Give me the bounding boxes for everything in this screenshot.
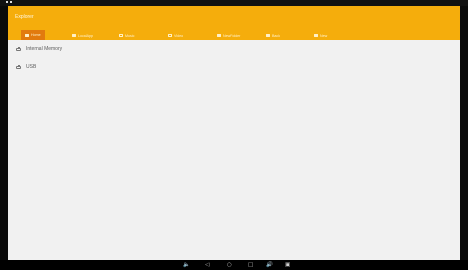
app-title: Explorer	[15, 14, 34, 20]
notification-icon	[6, 1, 8, 3]
tab-newfolder[interactable]: NewFolder	[217, 31, 240, 40]
tab-label: NewFolder	[223, 33, 241, 38]
tab-localapp[interactable]: LocalApp	[72, 31, 93, 40]
volume-up-icon[interactable]: 🔊	[266, 262, 273, 268]
back-icon	[266, 34, 270, 37]
tab-label: Home	[31, 33, 41, 37]
tab-label: Music	[125, 33, 135, 38]
tab-bar: Home LocalApp Music Video NewFolder Back	[8, 29, 460, 40]
signal-icon	[10, 1, 12, 3]
screenshot-icon[interactable]: ▣	[285, 262, 290, 268]
home-icon[interactable]: ○	[227, 262, 232, 268]
tab-music[interactable]: Music	[119, 31, 134, 40]
recents-icon[interactable]: □	[248, 262, 253, 268]
tab-home[interactable]: Home	[21, 30, 45, 40]
storage-item-usb[interactable]: USB	[8, 58, 460, 76]
tab-video[interactable]: Video	[168, 31, 183, 40]
storage-icon	[16, 47, 21, 51]
tab-label: New	[320, 33, 328, 38]
folder-icon	[217, 34, 221, 37]
app-bar: Explorer Home LocalApp Music Video NewFo…	[8, 6, 460, 40]
tab-back[interactable]: Back	[266, 31, 280, 40]
home-icon	[25, 33, 29, 37]
tab-new[interactable]: New	[314, 31, 327, 40]
storage-list: Internal Memory USB	[8, 40, 460, 76]
video-icon	[168, 34, 172, 37]
storage-label: Internal Memory	[26, 46, 63, 52]
folder-icon	[72, 34, 76, 37]
tab-label: LocalApp	[78, 33, 93, 38]
volume-down-icon[interactable]: 🔈	[183, 262, 190, 268]
explorer-window: Explorer Home LocalApp Music Video NewFo…	[8, 6, 460, 260]
new-icon	[314, 34, 318, 37]
storage-item-internal-memory[interactable]: Internal Memory	[8, 40, 460, 58]
back-icon[interactable]: ◁	[205, 262, 209, 268]
tab-label: Video	[174, 33, 184, 38]
status-icons	[6, 1, 12, 3]
usb-icon	[16, 65, 21, 69]
music-icon	[119, 34, 123, 37]
storage-label: USB	[26, 64, 37, 70]
navigation-bar: 🔈 ◁ ○ □ 🔊 ▣	[0, 260, 468, 270]
tab-label: Back	[272, 33, 280, 38]
